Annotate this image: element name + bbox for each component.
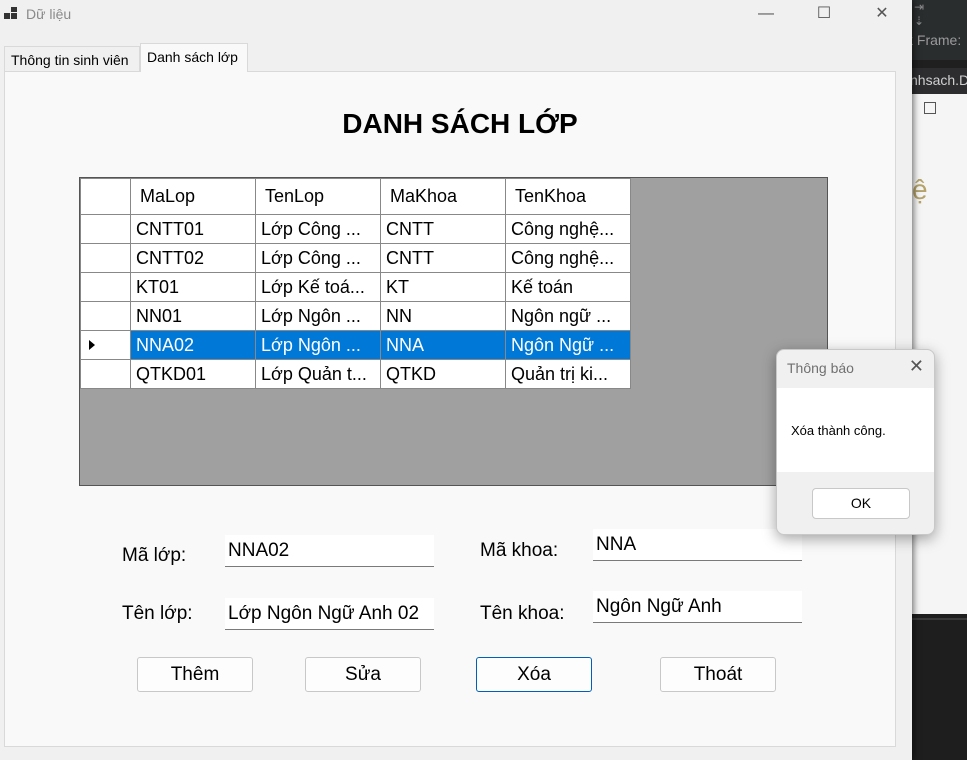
dialog-title: Thông báo bbox=[787, 360, 854, 376]
cell-makhoa[interactable]: NN bbox=[380, 301, 506, 331]
ten-khoa-input[interactable] bbox=[593, 591, 802, 623]
ten-lop-label: Tên lớp: bbox=[122, 603, 193, 624]
minimize-button[interactable]: — bbox=[737, 0, 795, 30]
message-dialog: Thông báo ✕ Xóa thành công. OK bbox=[776, 349, 935, 535]
cell-malop[interactable]: CNTT01 bbox=[130, 214, 256, 244]
cell-tenlop[interactable]: Lớp Ngôn ... bbox=[255, 330, 381, 360]
cell-tenkhoa[interactable]: Kế toán bbox=[505, 272, 631, 302]
app-icon bbox=[4, 7, 20, 23]
row-header[interactable] bbox=[80, 243, 131, 273]
dialog-message: Xóa thành công. bbox=[791, 423, 886, 438]
cell-makhoa[interactable]: NNA bbox=[380, 330, 506, 360]
page-title: DANH SÁCH LỚP bbox=[342, 108, 578, 139]
ten-khoa-label: Tên khoa: bbox=[480, 603, 565, 624]
cell-tenlop[interactable]: Lớp Công ... bbox=[255, 243, 381, 273]
column-header-malop[interactable]: MaLop bbox=[130, 178, 256, 215]
ma-lop-input[interactable] bbox=[225, 535, 434, 567]
cell-makhoa[interactable]: CNTT bbox=[380, 214, 506, 244]
background-toolbar-icons: ⇥ ⇣ bbox=[914, 0, 937, 28]
ten-lop-input[interactable] bbox=[225, 598, 434, 630]
class-data-grid[interactable]: MaLop TenLop MaKhoa TenKhoa CNTT01 Lớp C… bbox=[79, 177, 828, 486]
cell-malop[interactable]: NNA02 bbox=[130, 330, 256, 360]
cell-malop[interactable]: NN01 bbox=[130, 301, 256, 331]
cell-malop[interactable]: QTKD01 bbox=[130, 359, 256, 389]
row-header[interactable] bbox=[80, 359, 131, 389]
column-header-makhoa[interactable]: MaKhoa bbox=[380, 178, 506, 215]
table-row[interactable]: NN01 Lớp Ngôn ... NN Ngôn ngữ ... bbox=[80, 301, 631, 331]
cell-tenkhoa[interactable]: Ngôn Ngữ ... bbox=[505, 330, 631, 360]
cell-malop[interactable]: KT01 bbox=[130, 272, 256, 302]
dialog-close-button[interactable]: ✕ bbox=[909, 356, 924, 377]
row-header[interactable] bbox=[80, 330, 131, 360]
table-row[interactable]: KT01 Lớp Kế toá... KT Kế toán bbox=[80, 272, 631, 302]
table-row[interactable]: CNTT01 Lớp Công ... CNTT Công nghệ... bbox=[80, 214, 631, 244]
cell-tenkhoa[interactable]: Công nghệ... bbox=[505, 243, 631, 273]
ma-khoa-label: Mã khoa: bbox=[480, 540, 559, 561]
row-header[interactable] bbox=[80, 272, 131, 302]
cell-makhoa[interactable]: CNTT bbox=[380, 243, 506, 273]
cell-tenkhoa[interactable]: Công nghệ... bbox=[505, 214, 631, 244]
ma-khoa-input[interactable] bbox=[593, 529, 802, 561]
cell-tenlop[interactable]: Lớp Kế toá... bbox=[255, 272, 381, 302]
table-row[interactable]: CNTT02 Lớp Công ... CNTT Công nghệ... bbox=[80, 243, 631, 273]
cell-tenlop[interactable]: Lớp Công ... bbox=[255, 214, 381, 244]
checkbox-icon bbox=[924, 102, 936, 114]
add-button[interactable]: Thêm bbox=[137, 657, 253, 692]
title-bar[interactable]: Dữ liệu — ☐ ✕ bbox=[0, 0, 912, 30]
row-header[interactable] bbox=[80, 214, 131, 244]
row-header[interactable] bbox=[80, 301, 131, 331]
grid-header-row: MaLop TenLop MaKhoa TenKhoa bbox=[80, 178, 631, 215]
cell-tenlop[interactable]: Lớp Ngôn ... bbox=[255, 301, 381, 331]
row-header-corner[interactable] bbox=[80, 178, 131, 215]
delete-button[interactable]: Xóa bbox=[476, 657, 592, 692]
cell-tenlop[interactable]: Lớp Quản t... bbox=[255, 359, 381, 389]
table-row[interactable]: QTKD01 Lớp Quản t... QTKD Quản trị ki... bbox=[80, 359, 631, 389]
background-tab-label[interactable]: nhsach.D bbox=[910, 72, 967, 88]
tab-thong-tin-sinh-vien[interactable]: Thông tin sinh viên bbox=[4, 46, 140, 72]
cell-makhoa[interactable]: QTKD bbox=[380, 359, 506, 389]
tab-danh-sach-lop[interactable]: Danh sách lớp bbox=[140, 43, 248, 72]
table-row-selected[interactable]: NNA02 Lớp Ngôn ... NNA Ngôn Ngữ ... bbox=[80, 330, 631, 360]
maximize-button[interactable]: ☐ bbox=[795, 0, 853, 30]
exit-button[interactable]: Thoát bbox=[660, 657, 776, 692]
current-row-arrow-icon bbox=[89, 340, 95, 350]
ma-lop-label: Mã lớp: bbox=[122, 545, 187, 566]
column-header-tenkhoa[interactable]: TenKhoa bbox=[505, 178, 631, 215]
close-button[interactable]: ✕ bbox=[853, 0, 911, 30]
edit-button[interactable]: Sửa bbox=[305, 657, 421, 692]
cell-tenkhoa[interactable]: Ngôn ngữ ... bbox=[505, 301, 631, 331]
cell-malop[interactable]: CNTT02 bbox=[130, 243, 256, 273]
text-fragment-icon: ệ bbox=[912, 174, 928, 205]
dialog-ok-button[interactable]: OK bbox=[812, 488, 910, 519]
cell-makhoa[interactable]: KT bbox=[380, 272, 506, 302]
column-header-tenlop[interactable]: TenLop bbox=[255, 178, 381, 215]
cell-tenkhoa[interactable]: Quản trị ki... bbox=[505, 359, 631, 389]
dialog-body: Xóa thành công. bbox=[777, 388, 934, 472]
background-frame-label: k Frame: bbox=[906, 32, 962, 48]
window-title: Dữ liệu bbox=[26, 6, 72, 22]
